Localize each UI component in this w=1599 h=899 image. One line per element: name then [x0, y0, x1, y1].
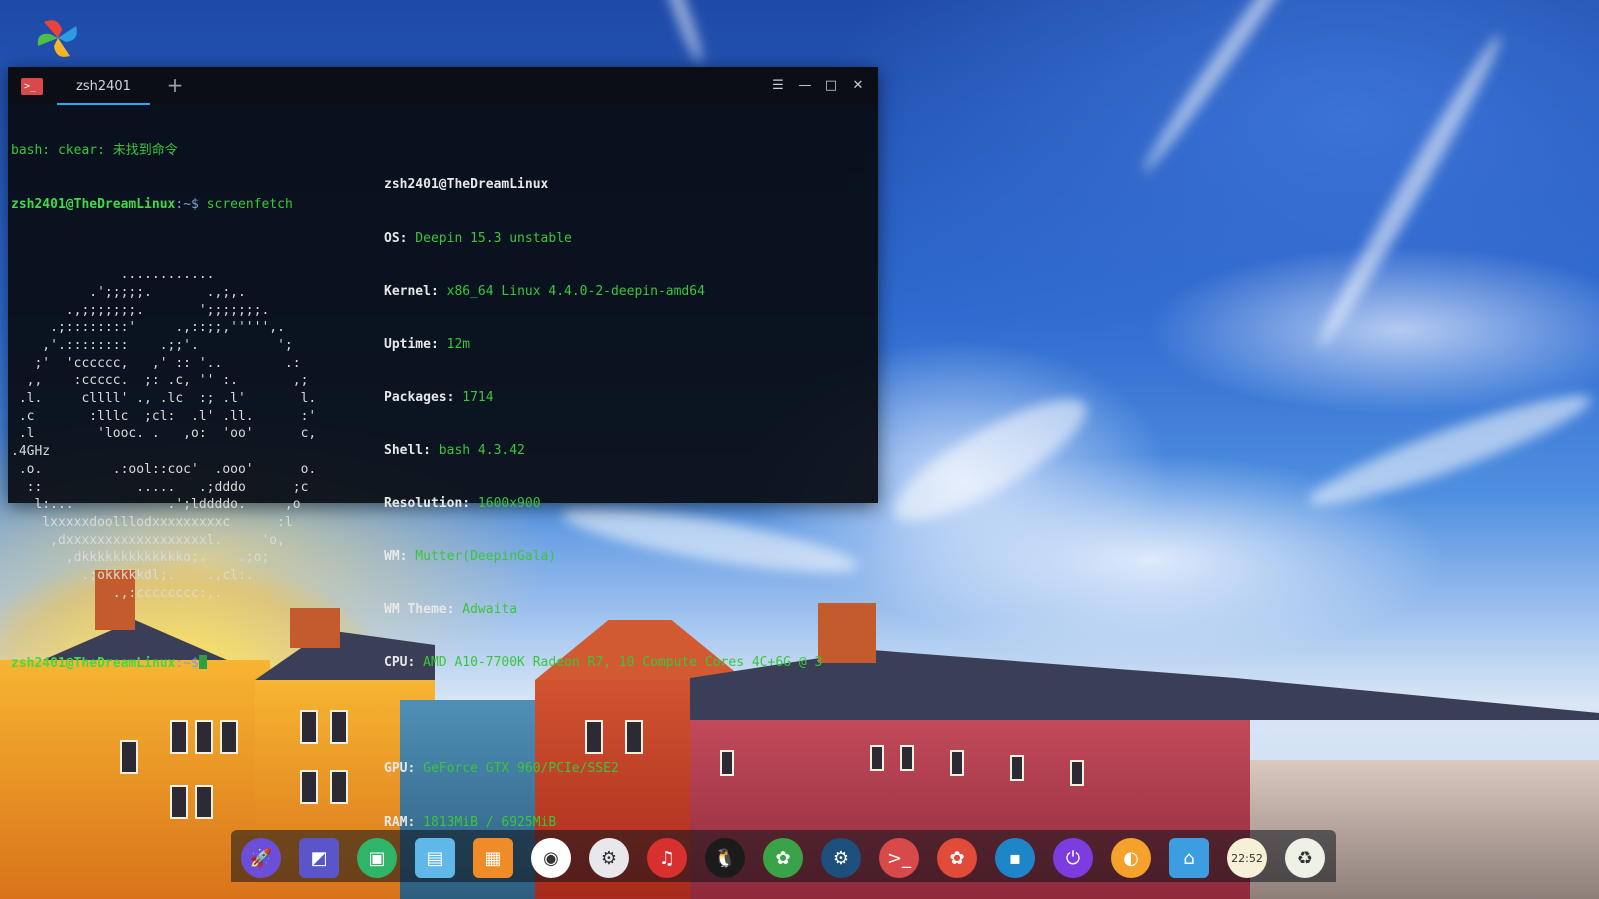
trash-icon[interactable]: ♻ [1285, 838, 1325, 878]
cloud-streak [1136, 0, 1324, 178]
info-wm-theme-label: WM Theme: [384, 602, 455, 618]
system-monitor-icon[interactable]: ⌂ [1169, 838, 1209, 878]
qq-icon[interactable]: 🐧 [705, 838, 745, 878]
minimize-button[interactable]: — [795, 76, 815, 96]
info-wm-value: Mutter(DeepinGala) [407, 549, 557, 565]
info-packages-value: 1714 [454, 389, 494, 405]
info-ram-label: RAM: [384, 814, 416, 830]
info-cpu-label: CPU: [384, 655, 416, 671]
settings-icon[interactable]: ⚙ [589, 838, 629, 878]
terminal-window[interactable]: >_ zsh2401 + ☰ — □ ✕ bash: ckear: 未找到命令 … [8, 67, 878, 830]
steam-icon[interactable]: ⚙ [821, 838, 861, 878]
final-prompt-user: zsh2401@TheDreamLinux [11, 656, 176, 672]
browser-icon[interactable]: ◐ [1111, 838, 1151, 878]
info-gpu-label: GPU: [384, 761, 416, 777]
prompt-path: :~$ [175, 196, 199, 212]
info-resolution-label: Resolution: [384, 495, 471, 511]
info-cpu-value: AMD A10-7700K Radeon R7, 10 Compute Core… [415, 655, 823, 671]
text-cursor [198, 655, 207, 670]
command-text: screenfetch [198, 196, 293, 212]
app-store-icon[interactable]: ▦ [473, 838, 513, 878]
launcher-icon[interactable]: 🚀 [241, 838, 281, 878]
pinwheel-icon-2[interactable]: ✿ [937, 838, 977, 878]
clock-icon[interactable]: 22:52 [1227, 838, 1267, 878]
info-kernel-value: x86_64 Linux 4.4.0-2-deepin-amd64 [438, 283, 705, 299]
info-kernel-label: Kernel: [384, 283, 439, 299]
tab-zsh2401[interactable]: zsh2401 [57, 67, 150, 105]
system-info: zsh2401@TheDreamLinux OS: Deepin 15.3 un… [384, 141, 822, 867]
info-ram-value: 1813MiB / 6925MiB [415, 814, 557, 830]
info-shell-value: bash 4.3.42 [430, 442, 525, 458]
screenshot-icon[interactable]: ◩ [299, 838, 339, 878]
netease-music-icon[interactable]: ♫ [647, 838, 687, 878]
terminal-titlebar[interactable]: >_ zsh2401 + ☰ — □ ✕ [8, 67, 878, 105]
multitask-icon[interactable]: ▪ [995, 838, 1035, 878]
info-uptime-value: 12m [438, 336, 471, 352]
pinwheel-icon[interactable]: ✿ [763, 838, 803, 878]
dock: 🚀 ◩ ▣ ▤ ▦ ◉ ⚙ ♫ 🐧 ✿ ⚙ >_ ✿ ▪ ⏻ ◐ ⌂ 22:52 ♻ [231, 830, 1336, 882]
info-wm-theme-value: Adwaita [454, 602, 518, 618]
terminal-output[interactable]: bash: ckear: 未找到命令 zsh2401@TheDreamLinux… [11, 107, 878, 829]
info-packages-label: Packages: [384, 389, 455, 405]
terminal-app-icon: >_ [21, 78, 43, 95]
new-tab-button[interactable]: + [165, 74, 185, 96]
close-button[interactable]: ✕ [848, 76, 868, 96]
cloud-streak [652, 0, 708, 66]
cloud-streak [1310, 29, 1510, 353]
terminal-icon[interactable]: >_ [879, 838, 919, 878]
info-os-label: OS: [384, 230, 408, 246]
info-gpu-value: GeForce GTX 960/PCIe/SSE2 [415, 761, 619, 777]
info-resolution-value: 1600x900 [470, 495, 541, 511]
info-shell-label: Shell: [384, 442, 431, 458]
file-manager-icon[interactable]: ▤ [415, 838, 455, 878]
info-uptime-label: Uptime: [384, 336, 439, 352]
prompt-user: zsh2401@TheDreamLinux [11, 196, 176, 212]
menu-button[interactable]: ☰ [768, 76, 788, 96]
info-user-host: zsh2401@TheDreamLinux [384, 177, 549, 193]
cloud-streak [1302, 379, 1598, 521]
cloud-streak [879, 379, 1101, 541]
chrome-icon[interactable]: ◉ [531, 838, 571, 878]
wps-icon[interactable]: ▣ [357, 838, 397, 878]
info-os-value: Deepin 15.3 unstable [407, 230, 572, 246]
maximize-button[interactable]: □ [821, 76, 841, 96]
final-prompt-path: :~$ [175, 656, 199, 672]
power-icon[interactable]: ⏻ [1053, 838, 1093, 878]
deepin-logo-icon[interactable] [36, 16, 80, 60]
info-wm-label: WM: [384, 549, 408, 565]
